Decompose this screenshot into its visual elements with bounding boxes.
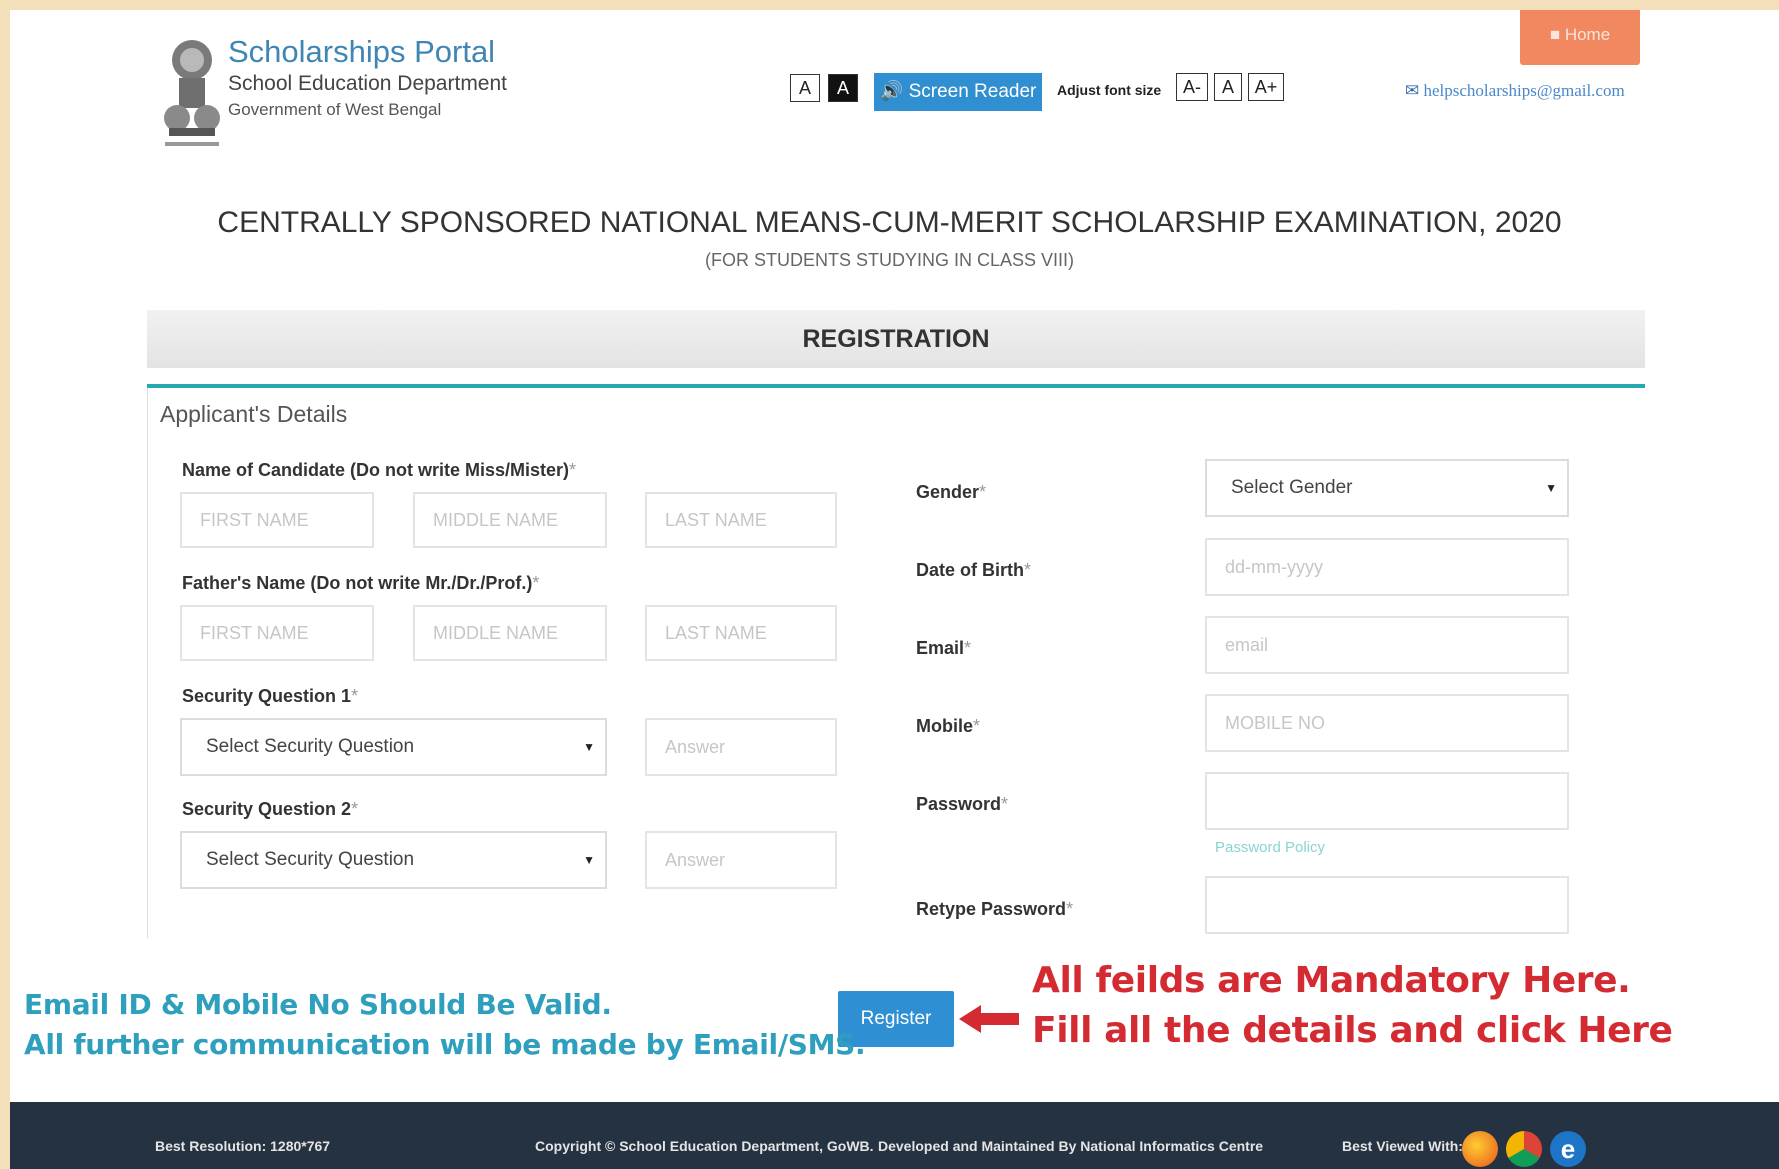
required-mark: * — [351, 799, 359, 819]
security-q1-value: Select Security Question — [206, 736, 415, 757]
required-mark: * — [979, 482, 987, 502]
mobile-label-text: Mobile — [916, 716, 973, 736]
department-name: School Education Department — [228, 72, 507, 95]
state-emblem-icon — [164, 40, 220, 146]
security-q1-answer-input[interactable] — [645, 718, 837, 776]
gender-label-text: Gender — [916, 482, 980, 502]
security-q2-select[interactable]: Select Security Question ▼ — [180, 831, 607, 889]
registration-heading: REGISTRATION — [147, 310, 1645, 368]
section-title: Applicant's Details — [160, 401, 348, 427]
required-mark: * — [1066, 899, 1074, 919]
required-mark: * — [973, 716, 981, 736]
dob-input[interactable] — [1205, 538, 1569, 596]
red-arrow-icon — [959, 1005, 1019, 1033]
government-name: Government of West Bengal — [228, 100, 442, 119]
valid-note-line2: All further communication will be made b… — [24, 1028, 866, 1061]
chrome-icon — [1506, 1131, 1542, 1167]
password-label: Password* — [916, 794, 1008, 815]
portal-title[interactable]: Scholarships Portal — [228, 34, 495, 70]
candidate-name-label: Name of Candidate (Do not write Miss/Mis… — [182, 460, 576, 481]
mobile-label: Mobile* — [916, 716, 980, 737]
password-label-text: Password — [916, 794, 1002, 814]
best-viewed-text: Best Viewed With: — [1342, 1138, 1463, 1154]
required-mark: * — [532, 573, 540, 593]
mobile-input[interactable] — [1205, 694, 1569, 752]
security-q1-select[interactable]: Select Security Question ▼ — [180, 718, 607, 776]
gender-label: Gender* — [916, 482, 986, 503]
required-mark: * — [1001, 794, 1009, 814]
security-q2-label: Security Question 2* — [182, 799, 358, 820]
email-label: Email* — [916, 638, 971, 659]
security-q2-label-text: Security Question 2 — [182, 799, 352, 819]
speaker-icon: 🔊 — [879, 81, 904, 102]
dob-label-text: Date of Birth — [916, 560, 1024, 580]
contrast-dark-button[interactable]: A — [828, 74, 858, 102]
dob-label: Date of Birth* — [916, 560, 1031, 581]
candidate-name-label-text: Name of Candidate (Do not write Miss/Mis… — [182, 460, 570, 480]
security-q1-label-text: Security Question 1 — [182, 686, 352, 706]
ie-icon: e — [1550, 1131, 1586, 1167]
gender-select[interactable]: Select Gender ▼ — [1205, 459, 1569, 517]
father-middle-name-input[interactable] — [413, 605, 607, 661]
page-subtitle: (FOR STUDENTS STUDYING IN CLASS VIII) — [704, 250, 1075, 270]
gender-value: Select Gender — [1231, 477, 1353, 498]
password-input[interactable] — [1205, 772, 1569, 830]
site-header: Scholarships Portal School Education Dep… — [10, 10, 1779, 170]
valid-note-line1: Email ID & Mobile No Should Be Valid. — [24, 988, 612, 1021]
mandatory-note-line2: Fill all the details and click Here — [1032, 1010, 1673, 1051]
font-normal-button[interactable]: A — [1214, 73, 1242, 101]
father-first-name-input[interactable] — [180, 605, 374, 661]
chevron-down-icon: ▼ — [583, 740, 595, 754]
home-label: Home — [1564, 25, 1611, 44]
contrast-normal-button[interactable]: A — [790, 74, 820, 102]
required-mark: * — [569, 460, 577, 480]
page-frame: Scholarships Portal School Education Dep… — [10, 10, 1779, 1169]
father-name-label: Father's Name (Do not write Mr./Dr./Prof… — [182, 573, 539, 594]
developed-by-text: Developed and Maintained By National Inf… — [878, 1138, 1264, 1154]
mandatory-note-line1: All feilds are Mandatory Here. — [1032, 960, 1631, 1001]
chevron-down-icon: ▼ — [583, 853, 595, 867]
candidate-first-name-input[interactable] — [180, 492, 374, 548]
home-icon: ■ — [1549, 25, 1561, 44]
screen-reader-label: Screen Reader — [908, 81, 1037, 102]
chevron-down-icon: ▼ — [1545, 481, 1557, 495]
father-name-label-text: Father's Name (Do not write Mr./Dr./Prof… — [182, 573, 533, 593]
email-label-text: Email — [916, 638, 965, 658]
screen-reader-button[interactable]: 🔊 Screen Reader — [874, 73, 1042, 111]
retype-password-label-text: Retype Password — [916, 899, 1067, 919]
font-increase-button[interactable]: A+ — [1248, 73, 1284, 101]
page-title: CENTRALLY SPONSORED NATIONAL MEANS-CUM-M… — [217, 206, 1562, 239]
help-email-text: helpscholarships@gmail.com — [1423, 81, 1625, 100]
font-decrease-button[interactable]: A- — [1176, 73, 1208, 101]
retype-password-label: Retype Password* — [916, 899, 1073, 920]
required-mark: * — [964, 638, 972, 658]
candidate-last-name-input[interactable] — [645, 492, 837, 548]
password-policy-link[interactable]: Password Policy — [1215, 839, 1325, 856]
best-resolution-text: Best Resolution: 1280*767 — [155, 1138, 331, 1154]
security-q1-label: Security Question 1* — [182, 686, 358, 707]
firefox-icon — [1462, 1131, 1498, 1167]
adjust-font-label: Adjust font size — [1057, 82, 1162, 98]
email-input[interactable] — [1205, 616, 1569, 674]
father-last-name-input[interactable] — [645, 605, 837, 661]
security-q2-value: Select Security Question — [206, 849, 415, 870]
envelope-icon: ✉ — [1405, 81, 1420, 100]
security-q2-answer-input[interactable] — [645, 831, 837, 889]
retype-password-input[interactable] — [1205, 876, 1569, 934]
required-mark: * — [351, 686, 359, 706]
home-button[interactable]: ■ Home — [1520, 10, 1640, 65]
copyright-text: Copyright © School Education Department,… — [535, 1138, 874, 1154]
help-email-link[interactable]: ✉ helpscholarships@gmail.com — [1405, 81, 1625, 101]
candidate-middle-name-input[interactable] — [413, 492, 607, 548]
required-mark: * — [1024, 560, 1032, 580]
